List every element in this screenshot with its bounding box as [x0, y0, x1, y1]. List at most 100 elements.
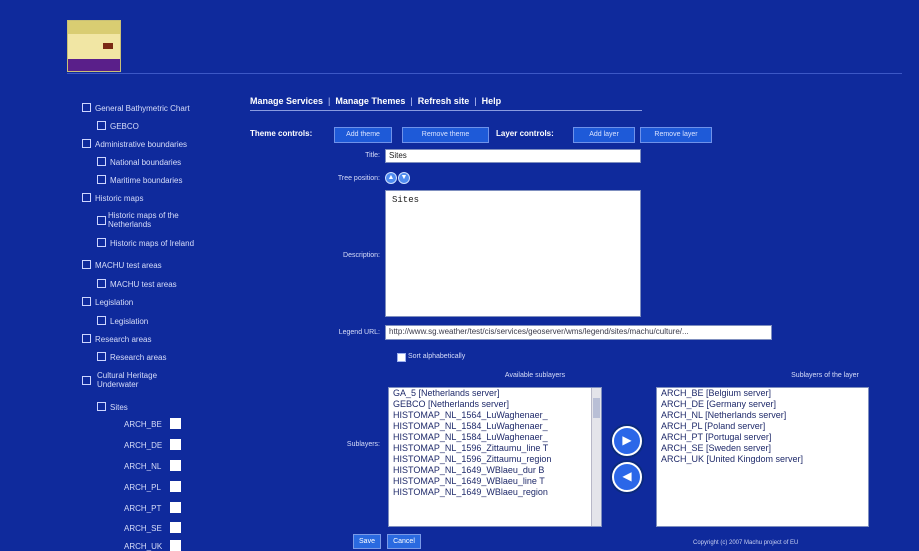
- site-color-swatch[interactable]: [170, 481, 181, 492]
- list-item[interactable]: ARCH_BE [Belgium server]: [657, 388, 868, 399]
- list-item[interactable]: HISTOMAP_NL_1564_LuWaghenaer_: [389, 410, 601, 421]
- tree-checkbox[interactable]: [97, 175, 106, 184]
- add-theme-button[interactable]: Add theme: [334, 127, 392, 143]
- theme-controls-label: Theme controls:: [250, 129, 313, 138]
- site-code: ARCH_BE: [124, 420, 162, 429]
- site-color-swatch[interactable]: [170, 418, 181, 429]
- nav-manage-themes[interactable]: Manage Themes: [335, 96, 405, 106]
- sort-alphabetically-checkbox[interactable]: [397, 353, 406, 362]
- list-item[interactable]: ARCH_SE [Sweden server]: [657, 443, 868, 454]
- description-label: Description:: [343, 252, 380, 259]
- list-item[interactable]: GA_5 [Netherlands server]: [389, 388, 601, 399]
- move-up-icon[interactable]: ▲: [385, 172, 397, 184]
- site-color-swatch[interactable]: [170, 502, 181, 513]
- add-layer-button[interactable]: Add layer: [573, 127, 635, 143]
- list-item[interactable]: HISTOMAP_NL_1584_LuWaghenaer_: [389, 421, 601, 432]
- tree-position-label: Tree position:: [337, 175, 380, 182]
- site-color-swatch[interactable]: [170, 460, 181, 471]
- nav-separator: |: [410, 96, 413, 106]
- site-code: ARCH_PL: [124, 483, 161, 492]
- tree-item[interactable]: Cultural Heritage Underwater: [82, 371, 157, 389]
- site-code: ARCH_SE: [124, 524, 162, 533]
- tree-item[interactable]: National boundaries: [97, 157, 181, 167]
- tree-item[interactable]: Legislation: [82, 297, 133, 307]
- tree-item[interactable]: Research areas: [97, 352, 166, 362]
- legend-url-label: Legend URL:: [338, 329, 380, 336]
- tree-checkbox[interactable]: [97, 157, 106, 166]
- tree-checkbox[interactable]: [82, 139, 91, 148]
- tree-item[interactable]: Administrative boundaries: [82, 139, 187, 149]
- nav-help[interactable]: Help: [482, 96, 502, 106]
- top-nav: Manage Services | Manage Themes | Refresh si…: [250, 96, 501, 106]
- tree-checkbox[interactable]: [82, 260, 91, 269]
- tree-checkbox[interactable]: [97, 279, 106, 288]
- site-color-swatch[interactable]: [170, 540, 181, 551]
- site-code: ARCH_DE: [124, 441, 163, 450]
- list-item[interactable]: HISTOMAP_NL_1649_WBlaeu_dur B: [389, 465, 601, 476]
- tree-item[interactable]: Maritime boundaries: [97, 175, 182, 185]
- tree-item[interactable]: MACHU test areas: [97, 279, 177, 289]
- site-color-swatch[interactable]: [170, 522, 181, 533]
- site-code: ARCH_PT: [124, 504, 162, 513]
- cancel-button[interactable]: Cancel: [387, 534, 421, 549]
- list-item[interactable]: HISTOMAP_NL_1649_WBlaeu_region: [389, 487, 601, 498]
- tree-checkbox[interactable]: [97, 216, 106, 225]
- tree-item[interactable]: Historic maps of the Netherlands: [97, 211, 179, 229]
- header-divider: [67, 73, 902, 74]
- tree-checkbox[interactable]: [82, 103, 91, 112]
- tree-checkbox[interactable]: [97, 352, 106, 361]
- list-scrollbar[interactable]: [591, 388, 601, 526]
- tree-item[interactable]: Research areas: [82, 334, 151, 344]
- layer-controls-label: Layer controls:: [496, 129, 554, 138]
- folder-logo-icon: [68, 21, 120, 34]
- move-right-icon[interactable]: ▶: [612, 426, 642, 456]
- tree-item[interactable]: GEBCO: [97, 121, 139, 131]
- list-item[interactable]: HISTOMAP_NL_1584_LuWaghenaer_: [389, 432, 601, 443]
- tree-checkbox[interactable]: [97, 316, 106, 325]
- nav-manage-services[interactable]: Manage Services: [250, 96, 323, 106]
- tree-checkbox[interactable]: [82, 334, 91, 343]
- title-input[interactable]: Sites: [385, 149, 641, 163]
- tree-checkbox[interactable]: [82, 193, 91, 202]
- scrollbar-thumb[interactable]: [593, 398, 600, 418]
- available-sublayers-header: Available sublayers: [504, 372, 566, 379]
- list-item[interactable]: ARCH_UK [United Kingdom server]: [657, 454, 868, 465]
- description-textarea[interactable]: Sites: [385, 190, 641, 317]
- list-item[interactable]: ARCH_NL [Netherlands server]: [657, 410, 868, 421]
- tree-item[interactable]: Historic maps of Ireland: [97, 238, 194, 248]
- sublayers-label: Sublayers:: [346, 441, 380, 448]
- save-button[interactable]: Save: [353, 534, 381, 549]
- selected-sublayers-header: Sublayers of the layer: [791, 372, 859, 379]
- list-item[interactable]: GEBCO [Netherlands server]: [389, 399, 601, 410]
- title-label: Title:: [365, 152, 380, 159]
- remove-layer-button[interactable]: Remove layer: [640, 127, 712, 143]
- remove-theme-button[interactable]: Remove theme: [402, 127, 489, 143]
- tree-item[interactable]: General Bathymetric Chart: [82, 103, 190, 113]
- tree-checkbox[interactable]: [97, 238, 106, 247]
- tree-item[interactable]: MACHU test areas: [82, 260, 162, 270]
- tree-checkbox[interactable]: [82, 376, 91, 385]
- nav-separator: |: [328, 96, 331, 106]
- available-sublayers-list[interactable]: GA_5 [Netherlands server] GEBCO [Netherl…: [388, 387, 602, 527]
- tree-checkbox[interactable]: [97, 402, 106, 411]
- tree-item-sites[interactable]: Sites: [97, 402, 128, 412]
- list-item[interactable]: HISTOMAP_NL_1596_Zittaumu_line T: [389, 443, 601, 454]
- list-item[interactable]: ARCH_PL [Poland server]: [657, 421, 868, 432]
- selected-sublayers-list[interactable]: ARCH_BE [Belgium server] ARCH_DE [German…: [656, 387, 869, 527]
- tree-item[interactable]: Historic maps: [82, 193, 143, 203]
- list-item[interactable]: ARCH_DE [Germany server]: [657, 399, 868, 410]
- legend-url-input[interactable]: http://www.sg.weather/test/cis/services/…: [385, 325, 772, 340]
- tree-checkbox[interactable]: [82, 297, 91, 306]
- list-item[interactable]: ARCH_PT [Portugal server]: [657, 432, 868, 443]
- site-code: ARCH_NL: [124, 462, 162, 471]
- list-item[interactable]: HISTOMAP_NL_1596_Zittaumu_region: [389, 454, 601, 465]
- site-color-swatch[interactable]: [170, 439, 181, 450]
- move-left-icon[interactable]: ◀: [612, 462, 642, 492]
- tree-item[interactable]: Legislation: [97, 316, 148, 326]
- tree-checkbox[interactable]: [97, 121, 106, 130]
- nav-refresh-site[interactable]: Refresh site: [418, 96, 470, 106]
- nav-separator: |: [474, 96, 477, 106]
- move-down-icon[interactable]: ▼: [398, 172, 410, 184]
- sort-alphabetically-label: Sort alphabetically: [408, 353, 466, 360]
- list-item[interactable]: HISTOMAP_NL_1649_WBlaeu_line T: [389, 476, 601, 487]
